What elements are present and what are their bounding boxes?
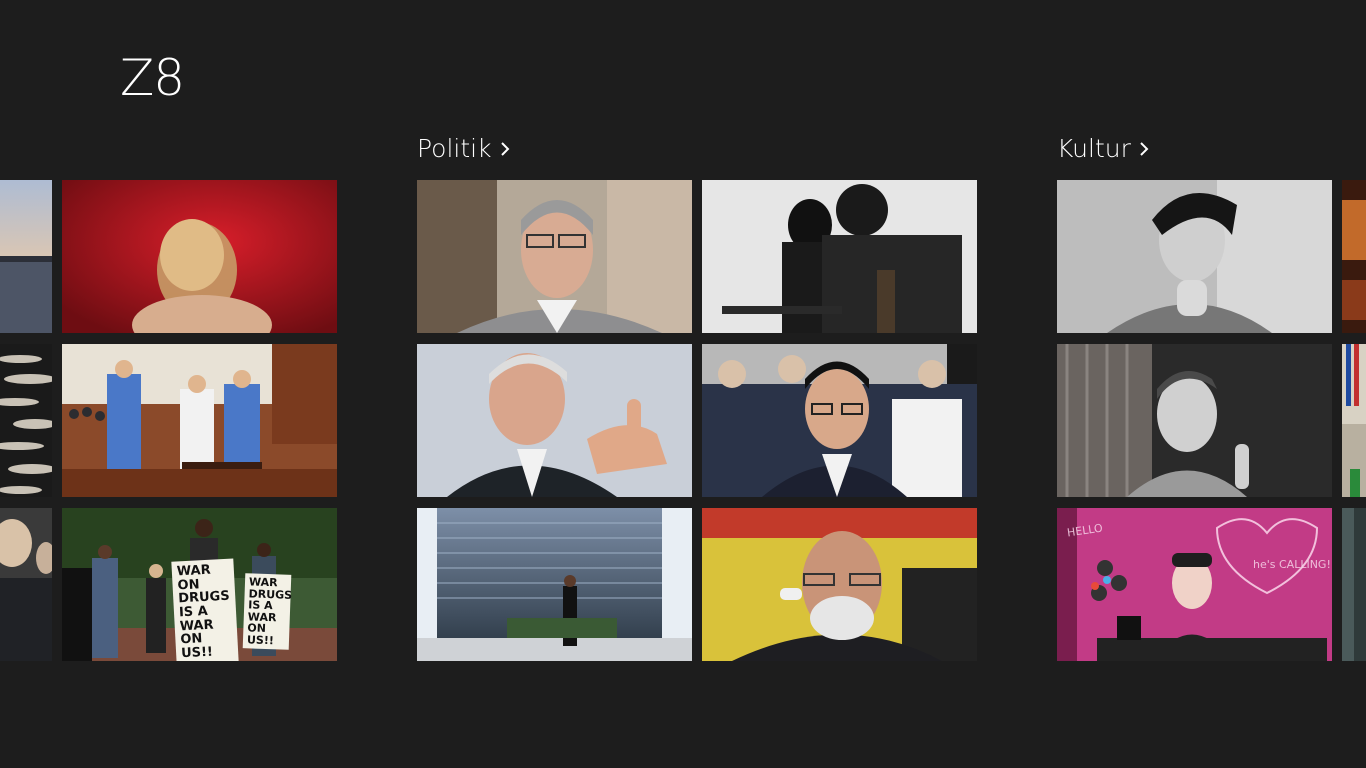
news-tile-red-portrait[interactable] [62, 180, 337, 333]
politik-tile-man-gesture[interactable] [417, 344, 692, 497]
protest-sign: WAR ON DRUGS IS A WAR ON US!! [171, 558, 239, 661]
section-label-politik: Politik [417, 134, 492, 163]
kultur-tile-boy-bw[interactable] [1057, 344, 1332, 497]
kultur-tile-dj-pink[interactable]: HELLO he's CALLING! [1057, 508, 1332, 661]
politik-tile-militants[interactable] [702, 180, 977, 333]
section-header-politik[interactable]: Politik [417, 134, 513, 164]
chevron-right-icon [1140, 142, 1149, 156]
news-tile-old-man[interactable] [0, 508, 52, 661]
protest-sign: WAR DRUGS IS A WAR ON US!! [242, 573, 292, 651]
politik-tile-man-glasses[interactable] [417, 180, 692, 333]
politik-tile-defendant[interactable] [702, 344, 977, 497]
kultur-tile-young-man-bw[interactable] [1057, 180, 1332, 333]
chevron-right-icon [500, 142, 510, 156]
news-tile-protest[interactable]: WAR ON DRUGS IS A WAR ON US!! WAR DRUGS … [62, 508, 337, 661]
news-tile-sea-horizon[interactable] [0, 180, 52, 333]
chalkboard-text: he's CALLING! [1253, 558, 1331, 571]
kultur-tile-partial-books[interactable] [1342, 344, 1366, 497]
news-tile-court-trial[interactable] [62, 344, 337, 497]
politik-tile-un-building[interactable] [417, 508, 692, 661]
app-root: Z8 Politik Kultur WAR ON DRUGS IS A WAR … [0, 0, 1366, 768]
kultur-tile-partial[interactable] [1342, 508, 1366, 661]
app-title: Z8 [120, 49, 185, 107]
section-header-kultur[interactable]: Kultur [1057, 134, 1152, 164]
news-tile-water-ripples[interactable] [0, 344, 52, 497]
politik-tile-bearded-man[interactable] [702, 508, 977, 661]
kultur-tile-partial[interactable] [1342, 180, 1366, 333]
section-label-kultur: Kultur [1057, 134, 1131, 163]
